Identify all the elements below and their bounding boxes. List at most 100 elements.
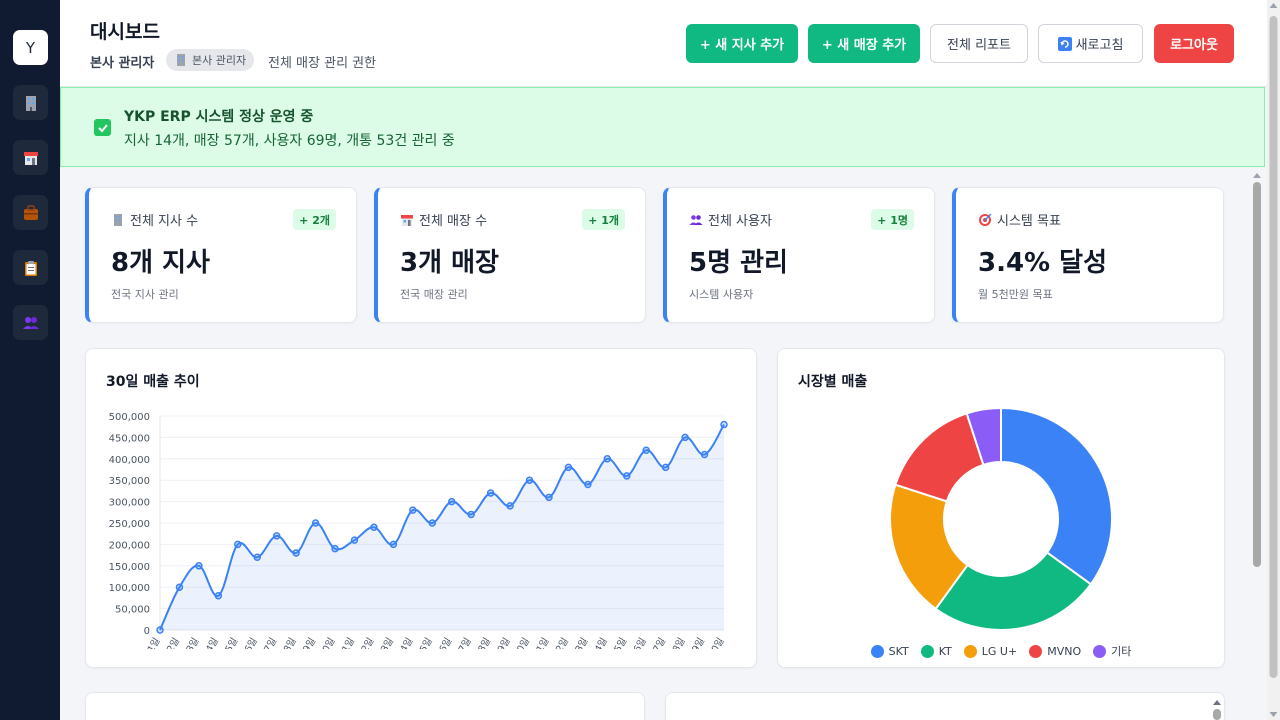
market-sales-card: 시장별 매출 SKT KT LG U+ MVNO 기타 [777, 348, 1225, 668]
sidebar-item-users[interactable] [13, 305, 48, 340]
x-tick-label: 23일 [571, 636, 591, 649]
stat-subtitle: 전국 지사 관리 [111, 288, 179, 301]
data-point [506, 502, 514, 510]
stat-change-badge: + 1명 [871, 209, 914, 230]
x-tick-label: 20일 [512, 636, 532, 649]
check-icon [94, 119, 111, 136]
data-point [389, 540, 398, 549]
data-point [486, 489, 495, 497]
inner-card-scrollbar[interactable] [1210, 697, 1224, 720]
y-tick-label: 500,000 [109, 412, 150, 423]
x-tick-label: 28일 [668, 636, 688, 649]
sidebar-item-stores[interactable] [13, 140, 48, 175]
data-point [234, 540, 242, 549]
logout-button[interactable]: 로그아웃 [1154, 24, 1234, 63]
sidebar-item-branches[interactable] [13, 85, 48, 120]
sales-trend-card: 30일 매출 추이 500,000 450,000 400,000 350,000 30… [85, 348, 757, 668]
x-tick-label: 17일 [454, 636, 474, 649]
add-branch-button[interactable]: + 새 지사 추가 [686, 24, 798, 63]
stat-value: 5명 관리 [689, 248, 788, 278]
sidebar-item-sales[interactable] [13, 195, 48, 230]
building-icon [114, 213, 122, 226]
legend-item[interactable]: SKT [870, 643, 909, 659]
y-tick-label: 350,000 [109, 476, 150, 487]
stat-label: 시스템 목표 [978, 210, 1061, 229]
legend-item[interactable]: KT [920, 643, 952, 659]
x-tick-label: 22일 [551, 636, 571, 649]
y-tick-label: 0 [144, 626, 150, 637]
x-tick-label: 26일 [629, 636, 649, 649]
x-tick-label: 29일 [687, 636, 707, 649]
x-tick-label: 8일 [282, 636, 299, 649]
data-point [175, 583, 184, 591]
data-point [195, 562, 203, 570]
building-icon [25, 95, 36, 111]
stat-label: 전체 사용자 [689, 210, 772, 229]
content-scrollbar[interactable] [1250, 170, 1264, 720]
x-tick-label: 10일 [318, 636, 338, 649]
add-store-button[interactable]: + 새 매장 추가 [808, 24, 920, 63]
refresh-button[interactable]: 새로고침 [1038, 24, 1143, 63]
app-logo[interactable]: Y [13, 30, 48, 65]
system-status-alert: YKP ERP 시스템 정상 운영 중 지사 14개, 매장 57개, 사용자 … [60, 87, 1265, 167]
data-point [661, 463, 670, 472]
page-title: 대시보드 [90, 21, 160, 43]
x-tick-label: 7일 [262, 636, 279, 649]
alert-description: 지사 14개, 매장 57개, 사용자 69명, 개통 53건 관리 중 [124, 133, 455, 149]
full-report-button[interactable]: 전체 리포트 [930, 24, 1028, 63]
data-point [564, 463, 573, 472]
legend-label: KT [938, 644, 952, 658]
data-point [350, 536, 359, 544]
stat-card-stores: 전체 매장 수 + 1개 3개 매장 전국 매장 관리 [374, 187, 646, 323]
data-point [214, 592, 223, 600]
stat-value: 8개 지사 [111, 248, 210, 278]
briefcase-icon [23, 204, 38, 220]
data-point [584, 480, 592, 489]
x-tick-label: 2일 [165, 636, 182, 649]
data-point [642, 446, 650, 454]
x-tick-label: 3일 [185, 636, 202, 649]
page-header: 대시보드 본사 관리자 본사 관리자 전체 매장 관리 권한 + 새 지사 추가… [60, 0, 1267, 87]
role-description: 전체 매장 관리 권한 [268, 56, 377, 71]
stat-value: 3.4% 달성 [978, 248, 1108, 278]
data-point [603, 455, 612, 463]
chart-legend: SKT KT LG U+ MVNO 기타 [778, 643, 1224, 659]
data-point [292, 549, 300, 557]
series-area [160, 424, 724, 630]
data-point [370, 523, 378, 532]
users-icon [689, 214, 703, 225]
data-point [467, 510, 475, 519]
legend-label: LG U+ [981, 644, 1018, 658]
x-tick-label: 18일 [473, 636, 493, 649]
legend-swatch [963, 644, 977, 658]
stat-label-text: 시스템 목표 [997, 214, 1061, 229]
market-sales-chart [889, 406, 1113, 631]
sidebar-item-reports[interactable] [13, 250, 48, 285]
legend-item[interactable]: LG U+ [963, 643, 1018, 659]
legend-swatch [1029, 644, 1043, 658]
legend-item[interactable]: MVNO [1029, 643, 1081, 659]
page-scrollbar[interactable] [1267, 0, 1280, 720]
data-point [272, 532, 281, 540]
stat-subtitle: 시스템 사용자 [689, 288, 754, 301]
legend-swatch [870, 644, 884, 658]
stat-subtitle: 전국 매장 관리 [400, 288, 468, 301]
stat-label: 전체 지사 수 [111, 210, 198, 229]
role-label: 본사 관리자 [90, 56, 155, 71]
store-icon [23, 151, 38, 165]
target-icon [979, 213, 992, 226]
store-icon [401, 214, 413, 226]
users-icon [22, 316, 39, 329]
stat-subtitle: 월 5천만원 목표 [978, 288, 1053, 301]
x-tick-label: 5일 [223, 636, 240, 649]
x-tick-label: 11일 [337, 636, 357, 649]
sales-trend-chart: 500,000 450,000 400,000 350,000 300,000 250,0… [109, 412, 728, 649]
y-tick-label: 400,000 [109, 455, 150, 466]
legend-label: 기타 [1111, 645, 1132, 658]
data-point [253, 553, 261, 561]
bottom-card-right [665, 692, 1225, 720]
legend-item[interactable]: 기타 [1093, 643, 1131, 659]
x-tick-label: 9일 [301, 636, 318, 649]
role-badge-label: 본사 관리자 [192, 54, 247, 67]
building-icon [177, 54, 185, 66]
